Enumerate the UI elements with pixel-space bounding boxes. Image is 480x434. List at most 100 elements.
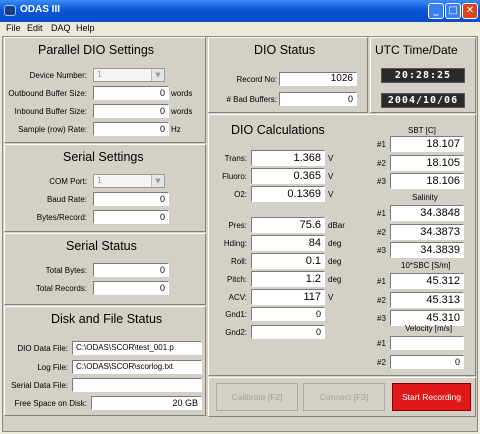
- calc-unit: V: [328, 293, 334, 302]
- baud-rate-label: Baud Rate:: [46, 195, 87, 204]
- bytes-record-field[interactable]: 0: [93, 210, 169, 224]
- bytes-record-label: Bytes/Record:: [36, 213, 87, 222]
- total-bytes-label: Total Bytes:: [45, 266, 87, 275]
- record-no-label: Record No:: [236, 75, 277, 84]
- total-records-label: Total Records:: [35, 284, 87, 293]
- free-space-field: 20 GB: [91, 396, 202, 410]
- device-number-value: 1: [97, 70, 103, 79]
- title-bar[interactable]: ODAS III _ □ ✕: [0, 0, 480, 22]
- dio-data-file-label: DIO Data File:: [17, 344, 68, 353]
- gnd2-field: 0: [251, 325, 325, 339]
- log-file-field[interactable]: C:\ODAS\SCOR\scorlog.txt: [72, 360, 202, 374]
- dio-data-file-field[interactable]: C:\ODAS\SCOR\test_001.p: [72, 341, 202, 355]
- serial-data-file-label: Serial Data File:: [11, 381, 68, 390]
- chevron-down-icon: ▼: [151, 69, 164, 81]
- parallel-dio-panel: Parallel DIO Settings Device Number: 1 ▼ …: [4, 37, 206, 143]
- calc-unit: V: [328, 190, 334, 199]
- menu-file[interactable]: File: [6, 23, 21, 33]
- menu-edit[interactable]: Edit: [27, 23, 43, 33]
- outbound-buffer-field[interactable]: 0: [93, 86, 169, 100]
- minimize-button[interactable]: _: [428, 3, 444, 19]
- velocity-index: #1: [377, 339, 386, 348]
- salinity-1-field: 34.3848: [390, 205, 464, 221]
- sbc-1-field: 45.312: [390, 273, 464, 289]
- gnd1-field: 0: [251, 307, 325, 321]
- total-bytes-field: 0: [93, 263, 169, 277]
- sbc-title: 10*SBC [S/m]: [401, 261, 451, 270]
- sbt-3-field: 18.106: [390, 173, 464, 189]
- utc-title: UTC Time/Date: [375, 43, 458, 57]
- utc-time-display: 20:28:25: [381, 68, 465, 83]
- calc-label: Pitch:: [226, 275, 247, 284]
- bad-buffers-field: 0: [279, 92, 357, 106]
- calc-label: Roll:: [230, 257, 247, 266]
- serial-settings-panel: Serial Settings COM Port: 1 ▼ Baud Rate: …: [4, 144, 206, 232]
- com-port-label: COM Port:: [49, 177, 87, 186]
- trans-field: 1.368: [251, 150, 325, 166]
- calc-label: Hding:: [223, 239, 247, 248]
- o2-field: 0.1369: [251, 186, 325, 202]
- bad-buffers-label: # Bad Buffers:: [226, 95, 277, 104]
- sbt-index: #3: [377, 177, 386, 186]
- salinity-index: #3: [377, 246, 386, 255]
- outbound-unit: words: [171, 89, 193, 98]
- calc-unit: deg: [328, 257, 342, 266]
- close-button[interactable]: ✕: [462, 3, 478, 19]
- sbc-index: #1: [377, 277, 386, 286]
- sample-rate-field[interactable]: 0: [93, 122, 169, 136]
- acv-field: 117: [251, 289, 325, 305]
- serial-data-file-field[interactable]: [72, 378, 202, 392]
- menu-help[interactable]: Help: [76, 23, 95, 33]
- inbound-buffer-label: Inbound Buffer Size:: [14, 107, 87, 116]
- calc-unit: dBar: [328, 221, 345, 230]
- pres-field: 75.6: [251, 217, 325, 233]
- start-recording-button[interactable]: Start Recording: [392, 383, 471, 411]
- fluoro-field: 0.365: [251, 168, 325, 184]
- com-port-select[interactable]: 1 ▼: [93, 174, 165, 188]
- sbc-index: #3: [377, 314, 386, 323]
- serial-settings-title: Serial Settings: [63, 150, 144, 164]
- calibrate-button[interactable]: Calibrate [F2]: [216, 383, 298, 411]
- calc-label: Fluoro:: [222, 172, 247, 181]
- calc-label: Gnd1:: [225, 310, 247, 319]
- button-bar: Calibrate [F2] Connect [F3] Start Record…: [208, 377, 476, 417]
- inbound-unit: words: [171, 107, 193, 116]
- inbound-buffer-field[interactable]: 0: [93, 104, 169, 118]
- pitch-field: 1.2: [251, 271, 325, 287]
- dio-calculations-title: DIO Calculations: [231, 123, 325, 137]
- calc-unit: deg: [328, 239, 342, 248]
- dio-status-title: DIO Status: [254, 43, 316, 57]
- velocity-index: #2: [377, 358, 386, 367]
- disk-file-title: Disk and File Status: [51, 312, 163, 326]
- velocity-1-field: [390, 336, 464, 350]
- outbound-buffer-label: Outbound Buffer Size:: [8, 89, 87, 98]
- calc-label: O2:: [234, 190, 247, 199]
- connect-button[interactable]: Connect [F3]: [303, 383, 385, 411]
- velocity-2-field: 0: [390, 355, 464, 369]
- utc-date-display: 2004/10/06: [381, 93, 465, 108]
- salinity-index: #2: [377, 228, 386, 237]
- calc-label: Trans:: [224, 154, 247, 163]
- baud-rate-field[interactable]: 0: [93, 192, 169, 206]
- parallel-dio-title: Parallel DIO Settings: [38, 43, 155, 57]
- serial-status-panel: Serial Status Total Bytes: 0 Total Recor…: [4, 233, 206, 305]
- device-number-select[interactable]: 1 ▼: [93, 68, 165, 82]
- salinity-index: #1: [377, 209, 386, 218]
- record-no-field: 1026: [279, 72, 357, 86]
- device-number-label: Device Number:: [29, 71, 87, 80]
- sample-rate-unit: Hz: [171, 125, 181, 134]
- roll-field: 0.1: [251, 253, 325, 269]
- log-file-label: Log File:: [37, 363, 68, 372]
- menu-daq[interactable]: DAQ: [51, 23, 71, 33]
- menu-bar: File Edit DAQ Help: [0, 22, 480, 36]
- sbc-index: #2: [377, 296, 386, 305]
- free-space-label: Free Space on Disk:: [14, 399, 87, 408]
- salinity-3-field: 34.3839: [390, 242, 464, 258]
- sbt-1-field: 18.107: [390, 136, 464, 152]
- calc-label: ACV:: [228, 293, 247, 302]
- maximize-button[interactable]: □: [445, 3, 461, 19]
- sbc-2-field: 45.313: [390, 292, 464, 308]
- calc-label: Gnd2:: [225, 328, 247, 337]
- salinity-title: Salinity: [412, 193, 438, 202]
- sbt-index: #1: [377, 140, 386, 149]
